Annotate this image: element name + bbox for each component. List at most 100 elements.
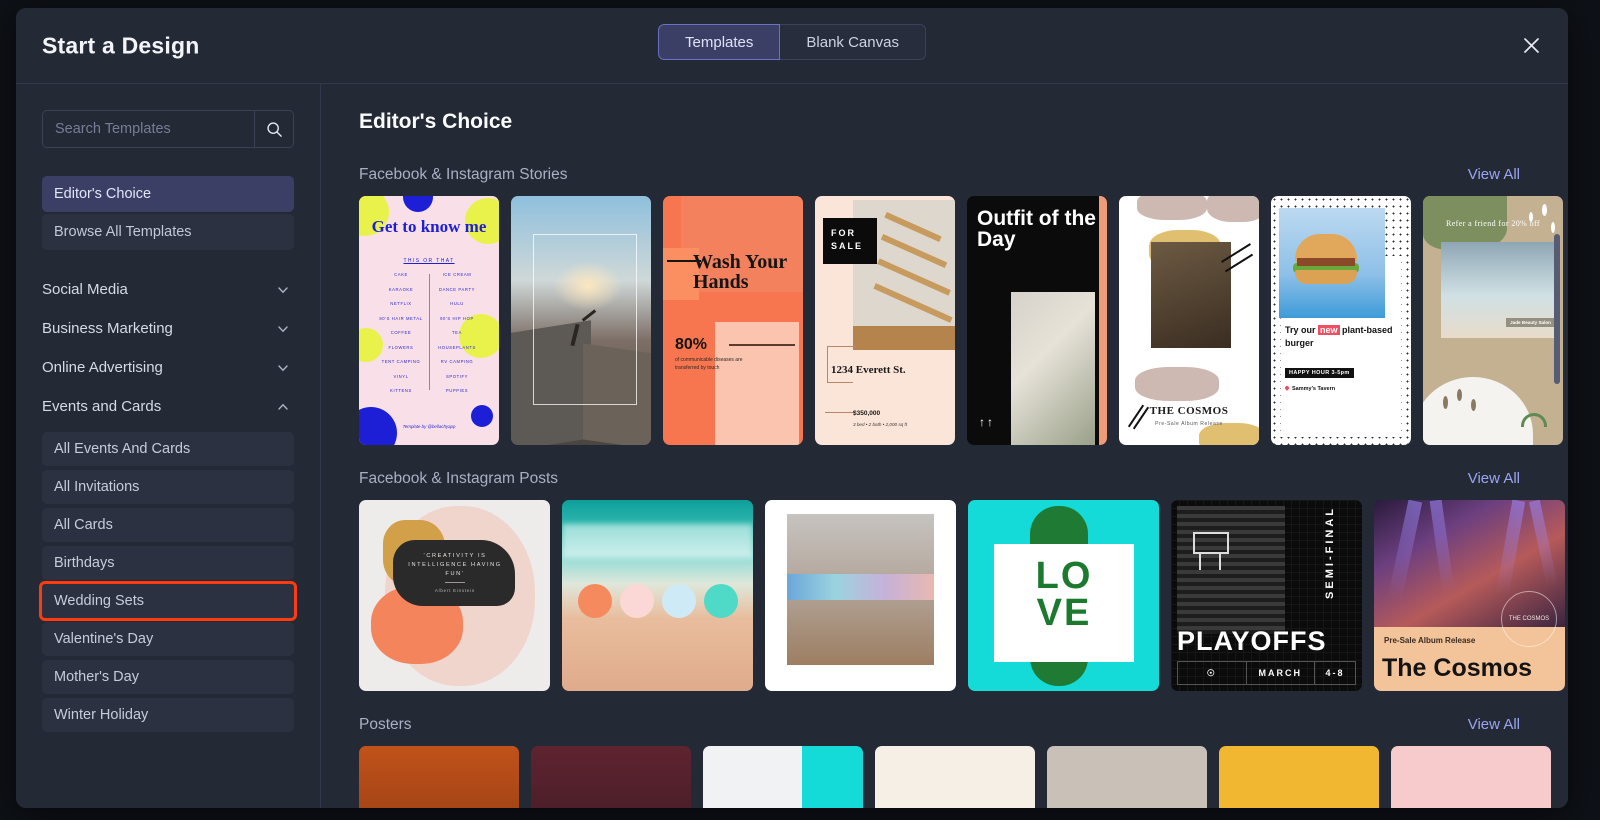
primary-nav: Editor's Choice Browse All Templates [42,176,294,250]
template-card-for-sale-home[interactable]: FOR SALE 1234 Everett St. $350,000 3 bed… [815,196,955,445]
template-card-poster-taupe[interactable] [1047,746,1207,808]
card-title: Wash Your Hands [693,251,787,293]
sidebar-item-valentines-day[interactable]: Valentine's Day [42,622,294,656]
card-address: 1234 Everett St. [831,364,906,376]
sidebar-item-all-invitations[interactable]: All Invitations [42,470,294,504]
card-price: $350,000 [853,410,881,417]
template-card-love-cactus[interactable]: LO VE [968,500,1159,691]
template-card-poster-cyan-split[interactable] [703,746,863,808]
chevron-down-icon [276,322,290,336]
posts-strip: ‘CREATIVITY IS INTELLIGENCE HAVING FUN’ … [359,500,1565,691]
card-stat: 80% [675,336,708,353]
ball-icon: ☉ [1178,662,1247,684]
card-subtitle: THIS OR THAT [403,258,455,264]
card-credit: Template by @bellachyapp [402,424,456,429]
card-title: Try our new plant-based burger [1285,325,1393,348]
card-subtitle: Pre-Sale Album Release [1155,421,1223,427]
sidebar-group-online-advertising[interactable]: Online Advertising [42,348,294,387]
card-title: Get to know me [371,217,487,236]
modal-header: Start a Design Templates Blank Canvas [16,8,1568,84]
template-card-wash-your-hands[interactable]: Wash Your Hands 80% of communicable dise… [663,196,803,445]
template-card-cliff-handstand[interactable] [511,196,651,445]
template-card-playoffs-semifinal[interactable]: SEMI-FINAL PLAYOFFS ☉ MARCH 4-8 [1171,500,1362,691]
card-title: Refer a friend for 20% off [1446,219,1540,228]
card-month: MARCH [1247,662,1315,684]
arrow-up-icon: ↑↑ [979,415,995,429]
search-input[interactable] [43,111,254,147]
card-title: The Cosmos [1382,654,1533,682]
main-scrollbar-thumb[interactable] [1554,234,1560,384]
start-a-design-modal: Start a Design Templates Blank Canvas Se… [16,8,1568,808]
card-badge: HAPPY HOUR 3-5pm [1285,368,1354,378]
sidebar-item-all-events-and-cards[interactable]: All Events And Cards [42,432,294,466]
sidebar-group-label: Business Marketing [42,320,173,337]
card-options-left: CAKE KARAOKE NETFLIX 80'S HAIR METAL COF… [379,272,423,393]
template-card-poster-cream[interactable] [875,746,1035,808]
sidebar-group-social-media[interactable]: Social Media [42,270,294,309]
row-header-posts: Facebook & Instagram Posts View All [359,470,1538,488]
app-root: Start a Design Templates Blank Canvas Se… [0,0,1600,820]
sidebar-group-label: Events and Cards [42,398,162,415]
template-card-poster-pink[interactable] [1391,746,1551,808]
sidebar-item-all-cards[interactable]: All Cards [42,508,294,542]
card-title: THE COSMOS [1149,405,1229,417]
row-header-posters: Posters View All [359,716,1538,734]
template-card-poster-orange-stage[interactable] [359,746,519,808]
template-card-refer-a-friend[interactable]: Refer a friend for 20% off Jade Beauty S… [1423,196,1563,445]
pin-icon [1284,385,1290,391]
events-and-cards-sublist: All Events And Cards All Invitations All… [39,432,297,732]
modal-body: Editor's Choice Browse All Templates Soc… [16,84,1568,808]
template-card-creativity-quote[interactable]: ‘CREATIVITY IS INTELLIGENCE HAVING FUN’ … [359,500,550,691]
section-title: Editor's Choice [359,110,513,133]
row-header-stories: Facebook & Instagram Stories View All [359,166,1538,184]
page-title: Start a Design [42,32,200,58]
sidebar-item-mothers-day[interactable]: Mother's Day [42,660,294,694]
template-card-torn-paper-portrait[interactable] [765,500,956,691]
card-title: Outfit of the Day [977,207,1096,251]
sidebar-item-browse-all-templates[interactable]: Browse All Templates [42,214,294,250]
template-card-poster-maroon[interactable] [531,746,691,808]
sidebar-group-events-and-cards[interactable]: Events and Cards [42,387,294,426]
template-card-beach-swatches[interactable] [562,500,753,691]
stories-strip: Get to know me THIS OR THAT CAKE KARAOKE… [359,196,1563,445]
sidebar-group-label: Online Advertising [42,359,163,376]
card-pre-label: Pre-Sale Album Release [1384,636,1476,645]
template-card-plant-based-burger[interactable]: Try our new plant-based burger HAPPY HOU… [1271,196,1411,445]
template-card-the-cosmos-story[interactable]: THE COSMOS Pre-Sale Album Release [1119,196,1259,445]
chevron-up-icon [276,400,290,414]
card-badge: FOR SALE [823,218,877,264]
template-card-the-cosmos-post[interactable]: THE COSMOS Pre-Sale Album Release The Co… [1374,500,1565,691]
sidebar: Editor's Choice Browse All Templates Soc… [16,84,321,808]
tab-blank-canvas[interactable]: Blank Canvas [780,24,926,60]
card-side-label: SEMI-FINAL [1324,506,1336,599]
search-icon[interactable] [254,111,293,147]
sidebar-item-birthdays[interactable]: Birthdays [42,546,294,580]
card-title: PLAYOFFS [1177,626,1327,656]
template-card-poster-yellow[interactable] [1219,746,1379,808]
posters-strip [359,746,1551,808]
row-label: Facebook & Instagram Stories [359,166,568,183]
tab-templates[interactable]: Templates [658,24,781,60]
card-body: of communicable diseases are transferred… [675,357,743,371]
view-all-posters[interactable]: View All [1468,716,1520,733]
sidebar-item-winter-holiday[interactable]: Winter Holiday [42,698,294,732]
row-label: Posters [359,716,412,733]
mode-tabs: Templates Blank Canvas [658,24,926,60]
card-badge: Jade Beauty Salon [1506,318,1555,327]
main-content: Editor's Choice Facebook & Instagram Sto… [321,84,1568,808]
sidebar-group-business-marketing[interactable]: Business Marketing [42,309,294,348]
sidebar-group-label: Social Media [42,281,128,298]
close-icon[interactable] [1516,31,1546,61]
card-circle-label: THE COSMOS [1501,591,1557,647]
template-card-get-to-know-me[interactable]: Get to know me THIS OR THAT CAKE KARAOKE… [359,196,499,445]
chevron-down-icon [276,283,290,297]
view-all-posts[interactable]: View All [1468,470,1520,487]
card-location: Sammy's Tavern [1284,385,1335,392]
chevron-down-icon [276,361,290,375]
template-card-outfit-of-the-day[interactable]: Outfit of the Day ↑↑ [967,196,1107,445]
view-all-stories[interactable]: View All [1468,166,1520,183]
sidebar-item-wedding-sets[interactable]: Wedding Sets [39,581,297,621]
sidebar-item-editors-choice[interactable]: Editor's Choice [42,176,294,212]
search-box[interactable] [42,110,294,148]
row-label: Facebook & Instagram Posts [359,470,559,487]
